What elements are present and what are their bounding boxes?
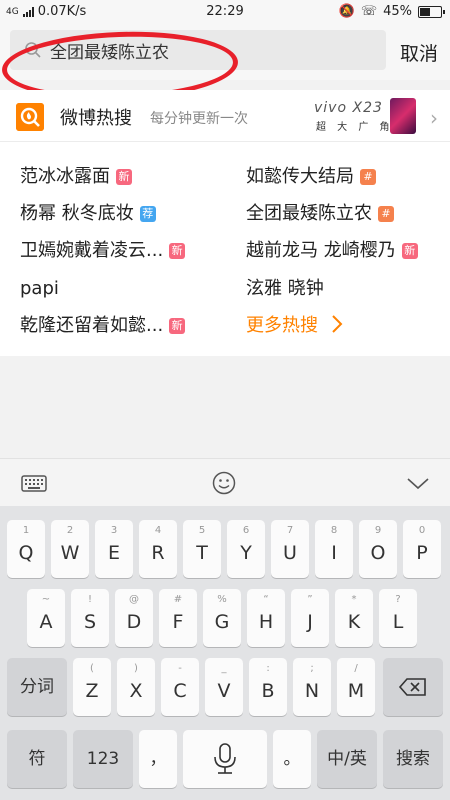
hot-search-logo-icon — [16, 103, 44, 131]
microphone-icon — [214, 743, 236, 774]
hot-item-text: papi — [20, 278, 59, 299]
more-hot-search-link[interactable]: 更多热搜 — [246, 308, 344, 344]
key-m[interactable]: / M — [337, 658, 375, 716]
hd-call-icon: ☏ — [360, 4, 378, 19]
key-j[interactable]: ” J — [291, 589, 329, 647]
number-key[interactable]: 123 — [73, 730, 133, 788]
emoji-icon[interactable] — [208, 467, 240, 499]
hot-item[interactable]: 全团最矮陈立农 # — [246, 196, 394, 232]
hot-search-header[interactable]: 微博热搜 每分钟更新一次 vivo X23 超 大 广 角 › — [0, 90, 450, 142]
battery-fill — [420, 7, 430, 16]
hot-search-card: 微博热搜 每分钟更新一次 vivo X23 超 大 广 角 › 范冰冰露面新 杨… — [0, 90, 450, 356]
key-e[interactable]: 3E — [95, 520, 133, 578]
chevron-right-icon: › — [430, 106, 438, 130]
ad-banner[interactable]: vivo X23 超 大 广 角 — [314, 96, 424, 136]
hot-item-text: 全团最矮陈立农 — [246, 203, 372, 224]
key-b[interactable]: :B — [249, 658, 287, 716]
key-t[interactable]: 5T — [183, 520, 221, 578]
hot-item-text: 乾隆还留着如懿... — [20, 315, 164, 336]
alarm-off-icon: 🔕 — [338, 4, 355, 19]
hot-item-text: 泫雅 晓钟 — [246, 278, 324, 299]
key-d[interactable]: @ D — [115, 589, 153, 647]
hot-item-text: 如懿传大结局 — [246, 166, 354, 187]
hot-item[interactable]: 如懿传大结局 # — [246, 159, 376, 195]
key-c[interactable]: -C — [161, 658, 199, 716]
backspace-icon — [398, 678, 426, 696]
clock: 22:29 — [206, 4, 244, 19]
badge-new: 新 — [401, 243, 418, 259]
badge-topic: # — [360, 169, 376, 185]
hot-item[interactable]: papi — [20, 271, 59, 307]
key-v[interactable]: _ V — [205, 658, 243, 716]
key-w[interactable]: 2W — [51, 520, 89, 578]
key-u[interactable]: 7U — [271, 520, 309, 578]
hot-item-text: 范冰冰露面 — [20, 166, 110, 187]
battery-icon — [418, 5, 445, 18]
keyboard-toolbar — [0, 458, 450, 506]
language-switch-key[interactable]: 中/英 — [317, 730, 377, 788]
hot-item[interactable]: 泫雅 晓钟 — [246, 271, 324, 307]
hot-item-text: 卫嫣婉戴着凌云... — [20, 240, 164, 261]
key-f[interactable]: # F — [159, 589, 197, 647]
comma-key[interactable]: ， — [139, 730, 177, 788]
period-key[interactable]: 。 — [273, 730, 311, 788]
key-q[interactable]: 1Q — [7, 520, 45, 578]
keyboard-icon[interactable] — [18, 467, 50, 499]
badge-new: 新 — [116, 169, 132, 185]
keyboard: 1Q 2W 3E 4R 5T 6Y 7U 8I 9O 0P ~ A ! S @ D #… — [0, 506, 450, 800]
hot-item-text: 杨幂 秋冬底妆 — [20, 203, 134, 224]
search-key[interactable]: 搜索 — [383, 730, 443, 788]
badge-topic: # — [378, 206, 394, 222]
hot-item[interactable]: 越前龙马 龙崎樱乃新 — [246, 233, 418, 269]
hot-item[interactable]: 范冰冰露面新 — [20, 159, 132, 195]
ad-phone-image — [390, 98, 416, 134]
key-p[interactable]: 0P — [403, 520, 441, 578]
search-input[interactable] — [50, 30, 380, 70]
key-r[interactable]: 4R — [139, 520, 177, 578]
hot-item[interactable]: 杨幂 秋冬底妆荐 — [20, 196, 156, 232]
hot-item-text: 越前龙马 龙崎樱乃 — [246, 240, 396, 261]
key-l[interactable]: ? L — [379, 589, 417, 647]
chevron-right-icon — [332, 315, 343, 333]
ad-tagline: 超 大 广 角 — [316, 122, 394, 133]
search-icon — [25, 42, 41, 58]
key-y[interactable]: 6Y — [227, 520, 265, 578]
search-box[interactable] — [10, 30, 386, 70]
hot-item[interactable]: 乾隆还留着如懿... 新 — [20, 308, 186, 344]
badge-new: 新 — [169, 318, 186, 334]
voice-input-key[interactable] — [183, 730, 267, 788]
key-g[interactable]: % G — [203, 589, 241, 647]
badge-new: 新 — [169, 243, 186, 259]
symbol-key[interactable]: 符 — [7, 730, 67, 788]
battery-percent: 45% — [383, 4, 412, 19]
key-s[interactable]: ! S — [71, 589, 109, 647]
more-hot-search-label: 更多热搜 — [246, 315, 318, 336]
ad-brand: vivo X23 — [314, 100, 383, 116]
segment-key[interactable]: 分词 — [7, 658, 67, 716]
backspace-key[interactable] — [383, 658, 443, 716]
key-k[interactable]: * K — [335, 589, 373, 647]
key-x[interactable]: ) X — [117, 658, 155, 716]
search-header: 取消 — [0, 24, 450, 105]
key-h[interactable]: “H — [247, 589, 285, 647]
key-n[interactable]: ; N — [293, 658, 331, 716]
cancel-button[interactable]: 取消 — [400, 39, 438, 66]
badge-recommend: 荐 — [139, 206, 156, 222]
key-o[interactable]: 9O — [359, 520, 397, 578]
key-i[interactable]: 8I — [315, 520, 353, 578]
hot-search-title: 微博热搜 — [60, 108, 132, 129]
hide-keyboard-chevron-icon[interactable] — [402, 467, 434, 499]
hot-search-subtitle: 每分钟更新一次 — [150, 111, 248, 127]
hot-item[interactable]: 卫嫣婉戴着凌云... 新 — [20, 233, 186, 269]
key-a[interactable]: ~ A — [27, 589, 65, 647]
key-z[interactable]: (Z — [73, 658, 111, 716]
status-bar: 4G 0.07K/s 22:29 🔕 ☏ 45% — [0, 0, 450, 24]
